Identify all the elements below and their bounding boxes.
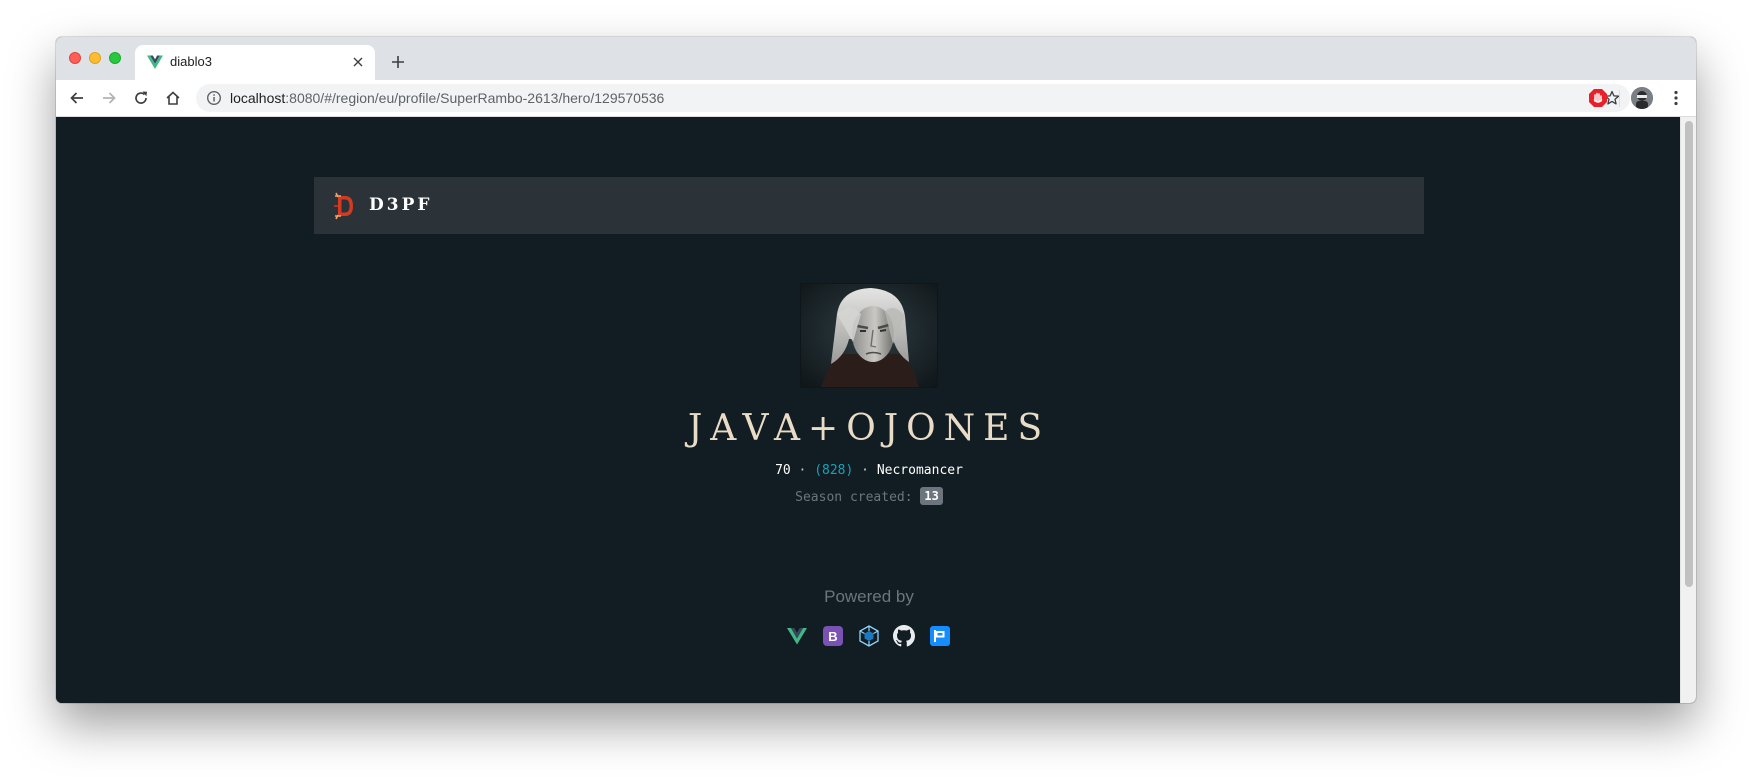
hero-name: JAVA+OJONES (687, 408, 1051, 449)
svg-text:B: B (828, 629, 837, 644)
season-badge: 13 (920, 487, 943, 505)
powered-by-label: Powered by (824, 587, 914, 606)
home-icon[interactable] (161, 86, 185, 110)
reload-icon[interactable] (129, 86, 153, 110)
profile-avatar[interactable] (1631, 87, 1653, 109)
browser-toolbar: localhost:8080/#/region/eu/profile/Super… (56, 80, 1696, 117)
separator: · (798, 463, 807, 478)
new-tab-button[interactable] (386, 50, 410, 74)
tab-strip: diablo3 (56, 37, 1696, 80)
back-icon[interactable] (65, 86, 89, 110)
season-label: Season created: (795, 490, 913, 505)
url-text: localhost:8080/#/region/eu/profile/Super… (230, 90, 665, 106)
blizzard-api-icon[interactable] (929, 625, 951, 647)
adblock-extension-icon[interactable] (1587, 87, 1609, 109)
browser-menu-icon[interactable] (1666, 87, 1686, 109)
close-window-button[interactable] (69, 52, 81, 64)
tab-title: diablo3 (170, 54, 212, 69)
vue-icon[interactable] (786, 625, 808, 647)
tab-diablo3[interactable]: diablo3 (135, 45, 375, 80)
hero-class: Necromancer (876, 463, 963, 478)
forward-icon[interactable] (97, 86, 121, 110)
app-navbar: D3PF (314, 177, 1424, 234)
hero-level: 70 (775, 463, 791, 478)
toolbar-divider (1619, 90, 1620, 107)
scrollbar-thumb[interactable] (1685, 121, 1693, 587)
season-created: Season created: 13 (646, 487, 1092, 507)
page-viewport: D3PF JAVA+OJONES 70 · (828) · Necromance… (56, 117, 1680, 703)
vue-icon (147, 54, 163, 70)
webpack-icon[interactable] (858, 625, 880, 647)
site-info-icon[interactable] (206, 90, 222, 106)
address-bar[interactable]: localhost:8080/#/region/eu/profile/Super… (196, 84, 1630, 112)
bootstrap-icon[interactable]: B (822, 625, 844, 647)
close-tab-icon[interactable] (349, 53, 367, 71)
footer-icons: B (786, 625, 956, 647)
hero-portrait (800, 283, 938, 388)
separator: · (861, 463, 869, 478)
brand-title[interactable]: D3PF (369, 195, 432, 215)
hero-summary: 70 · (828) · Necromancer (646, 462, 1092, 480)
minimize-window-button[interactable] (89, 52, 101, 64)
diablo-d-icon[interactable] (332, 191, 356, 221)
hero-paragon: (828) (814, 463, 854, 478)
github-icon[interactable] (893, 625, 915, 647)
vertical-scrollbar[interactable] (1680, 117, 1696, 703)
maximize-window-button[interactable] (109, 52, 121, 64)
browser-window: diablo3 localhost:8080/#/region/eu/profi… (56, 37, 1696, 703)
